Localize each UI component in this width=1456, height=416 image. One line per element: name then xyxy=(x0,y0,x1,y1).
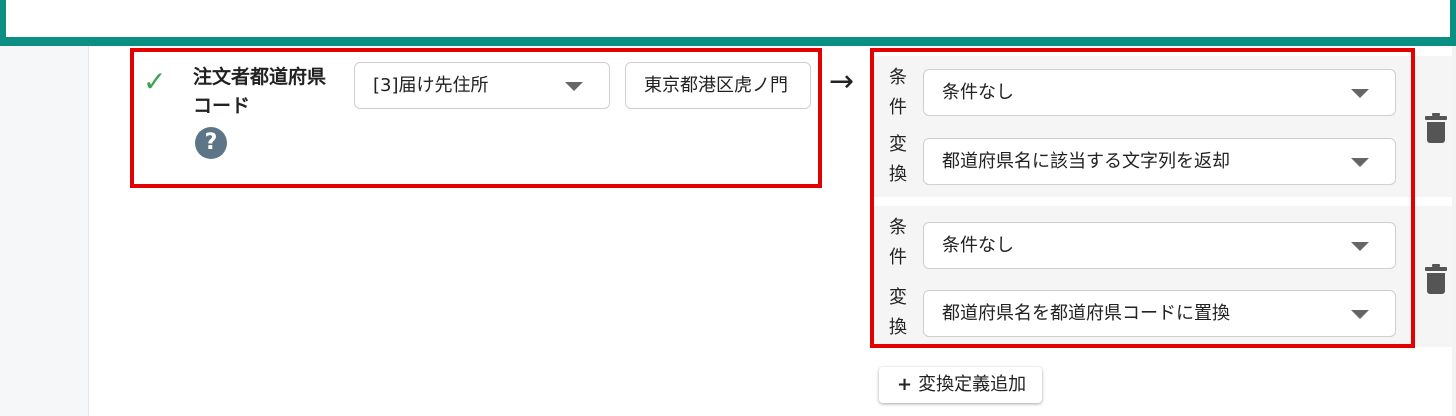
plus-icon: + xyxy=(897,374,913,395)
trash-icon[interactable] xyxy=(1425,264,1447,294)
right-scroll-area xyxy=(1452,46,1456,416)
left-sidebar-area xyxy=(0,46,89,416)
add-conversion-button[interactable]: + 変換定義追加 xyxy=(879,367,1043,403)
highlight-box-source xyxy=(130,48,822,188)
arrow-right-icon: → xyxy=(829,64,855,99)
add-conversion-label: 変換定義追加 xyxy=(918,374,1027,395)
top-header-bar xyxy=(0,0,1456,46)
trash-icon[interactable] xyxy=(1425,113,1447,143)
highlight-box-conversions xyxy=(870,48,1415,348)
